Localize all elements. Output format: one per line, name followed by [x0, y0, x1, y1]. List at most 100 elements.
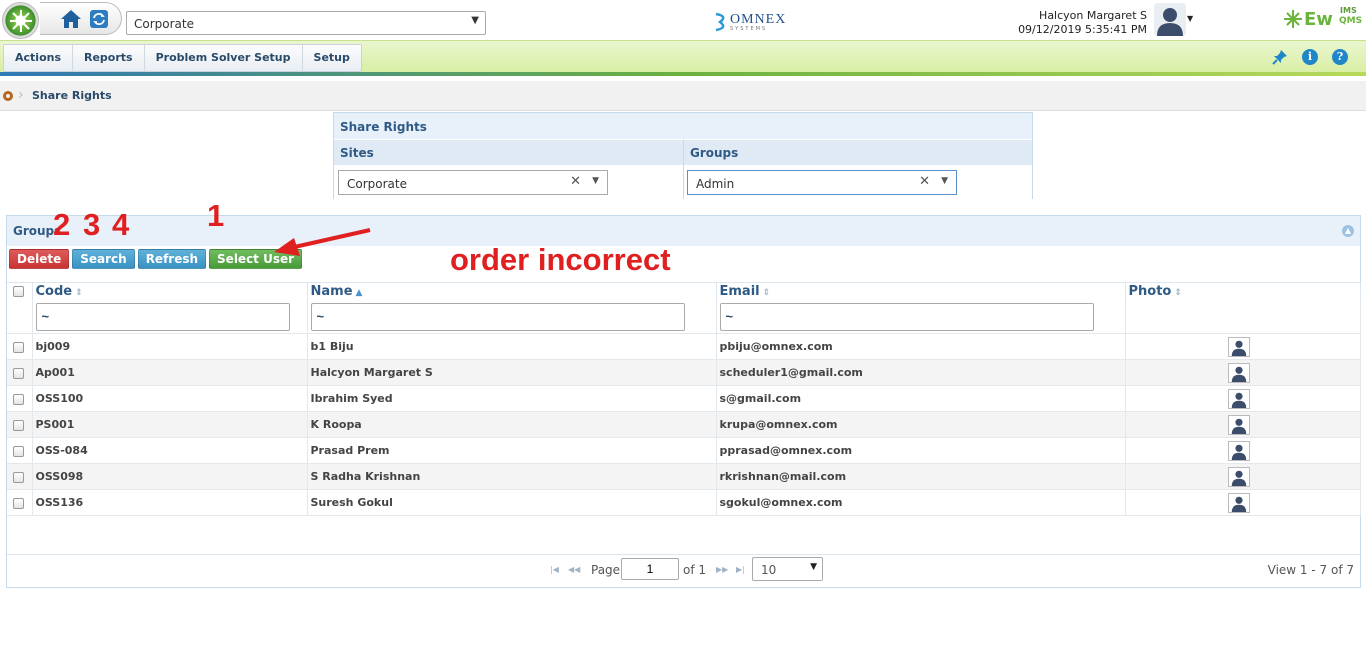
cell-code: bj009: [32, 333, 308, 360]
groups-combo[interactable]: Admin ✕ ▼: [687, 170, 957, 195]
code-filter-input[interactable]: [35, 302, 290, 331]
refresh-button[interactable]: Refresh: [137, 249, 207, 269]
cell-name: K Roopa: [307, 411, 717, 438]
top-bar: Corporate ▼ OMNEX SYSTEMS Halcyon Margar…: [0, 0, 1366, 40]
row-select-cell: [7, 333, 33, 360]
cell-code: PS001: [32, 411, 308, 438]
user-photo-icon[interactable]: [1227, 388, 1250, 409]
filter-cell-code: [32, 300, 308, 334]
page-size-select[interactable]: 10 ▼: [752, 557, 823, 581]
table-row[interactable]: OSS098 S Radha Krishnan rkrishnan@mail.com: [7, 463, 1361, 490]
groups-grid: Groups ▲ Delete Search Refresh Select Us…: [6, 215, 1361, 588]
page-count-label: of 1: [683, 563, 707, 577]
cell-photo: [1125, 489, 1361, 516]
breadcrumb-home-icon[interactable]: [2, 90, 14, 102]
sort-icon: ⇕: [75, 288, 83, 299]
table-row[interactable]: bj009 b1 Biju pbiju@omnex.com: [7, 333, 1361, 360]
table-row[interactable]: PS001 K Roopa krupa@omnex.com: [7, 411, 1361, 438]
row-checkbox[interactable]: [13, 393, 24, 405]
user-photo-icon[interactable]: [1227, 440, 1250, 461]
table-row[interactable]: Ap001 Halcyon Margaret Sscheduler1@gmail.…: [7, 359, 1361, 386]
menu-problem-solver-setup[interactable]: Problem Solver Setup: [144, 45, 303, 71]
cell-code: OSS100: [32, 385, 308, 412]
cell-photo: [1125, 359, 1361, 386]
select-all-header: [7, 282, 33, 301]
first-page-icon[interactable]: |◀: [550, 565, 559, 574]
sort-icon: ⇕: [762, 288, 771, 299]
user-photo-icon[interactable]: [1227, 362, 1250, 383]
column-header-photo[interactable]: Photo ⇕: [1125, 282, 1361, 301]
sites-combo[interactable]: Corporate ✕ ▼: [338, 170, 608, 195]
user-photo-icon[interactable]: [1227, 492, 1250, 513]
row-checkbox[interactable]: [13, 445, 24, 457]
menu-actions[interactable]: Actions: [4, 45, 73, 71]
page-size-value: 10: [761, 563, 777, 577]
clear-groups-icon[interactable]: ✕: [919, 174, 930, 189]
app-launcher-logo-icon[interactable]: [2, 2, 39, 39]
pager: |◀ ◀◀ Page of 1 ▶▶ ▶| 10 ▼ View 1 - 7 of…: [7, 554, 1360, 587]
table-row[interactable]: OSS100 Ibrahim Syed s@gmail.com: [7, 385, 1361, 412]
search-button[interactable]: Search: [72, 249, 135, 269]
breadcrumb: › Share Rights: [0, 81, 1366, 111]
user-photo-icon[interactable]: [1227, 414, 1250, 435]
table-row[interactable]: OSS-084 Prasad Prem pprasad@omnex.com: [7, 437, 1361, 464]
cell-photo: [1125, 385, 1361, 412]
refresh-icon[interactable]: [90, 10, 108, 28]
row-checkbox[interactable]: [13, 471, 24, 483]
row-checkbox[interactable]: [13, 419, 24, 431]
delete-button[interactable]: Delete: [9, 249, 70, 269]
help-icon[interactable]: ?: [1332, 49, 1348, 65]
last-page-icon[interactable]: ▶|: [736, 565, 745, 574]
sites-combo-value: Corporate: [347, 177, 407, 191]
menu-right-icons: i ?: [1272, 49, 1348, 65]
groups-cell: Admin ✕ ▼: [683, 165, 1032, 199]
site-select[interactable]: Corporate ▼: [126, 11, 486, 35]
menu-reports[interactable]: Reports: [73, 45, 145, 71]
table-row[interactable]: OSS136 Suresh Gokul sgokul@omnex.com: [7, 489, 1361, 516]
next-page-icon[interactable]: ▶▶: [716, 565, 728, 574]
row-checkbox[interactable]: [13, 367, 24, 379]
email-filter-input[interactable]: [719, 302, 1094, 331]
menu-setup[interactable]: Setup: [302, 45, 361, 71]
nav-pill: [40, 2, 122, 35]
row-checkbox[interactable]: [13, 341, 24, 353]
collapse-icon[interactable]: ▲: [1342, 225, 1354, 237]
row-checkbox[interactable]: [13, 497, 24, 509]
chevron-down-icon[interactable]: ▼: [592, 176, 599, 186]
cell-photo: [1125, 333, 1361, 360]
name-filter-input[interactable]: [310, 302, 685, 331]
row-select-cell: [7, 489, 33, 516]
page-number-input[interactable]: [621, 558, 679, 580]
page-label: Page: [591, 563, 621, 577]
groups-table: Code⇕ Name▲ Email⇕ Photo⇕ bj009b1 Bijupb…: [7, 282, 1361, 516]
share-rights-title: Share Rights: [334, 113, 1032, 139]
cell-email: scheduler1@gmail.com: [716, 359, 1126, 386]
row-select-cell: [7, 385, 33, 412]
home-icon[interactable]: [60, 9, 82, 29]
user-photo-icon[interactable]: [1227, 466, 1250, 487]
cell-photo: [1125, 437, 1361, 464]
prev-page-icon[interactable]: ◀◀: [568, 565, 580, 574]
user-menu-caret-icon[interactable]: ▼: [1187, 14, 1193, 23]
column-header-name[interactable]: Name ▲: [307, 282, 717, 301]
table-body: bj009 b1 Biju pbiju@omnex.com Ap001 Halcyon …: [7, 333, 1361, 516]
cell-name: Ibrahim Syed: [307, 385, 717, 412]
cell-name: b1 Biju: [307, 333, 717, 360]
view-count-text: View 1 - 7 of 7: [1267, 563, 1354, 577]
cell-name: S Radha Krishnan: [307, 463, 717, 490]
sort-asc-icon: ▲: [355, 288, 363, 299]
user-avatar-icon[interactable]: [1154, 3, 1186, 36]
filter-cell-email: [716, 300, 1126, 334]
annotation-number-3: 3: [83, 207, 101, 242]
info-icon[interactable]: i: [1302, 49, 1318, 65]
column-label-name: Name: [310, 284, 353, 300]
select-all-checkbox[interactable]: [13, 286, 24, 298]
pin-icon[interactable]: [1272, 49, 1288, 65]
chevron-down-icon[interactable]: ▼: [941, 176, 948, 186]
column-header-email[interactable]: Email ⇕: [716, 282, 1126, 301]
user-photo-icon[interactable]: [1227, 336, 1250, 357]
column-header-code[interactable]: Code ⇕: [32, 282, 308, 301]
clear-sites-icon[interactable]: ✕: [570, 174, 581, 189]
breadcrumb-current: Share Rights: [32, 89, 112, 102]
cell-photo: [1125, 463, 1361, 490]
